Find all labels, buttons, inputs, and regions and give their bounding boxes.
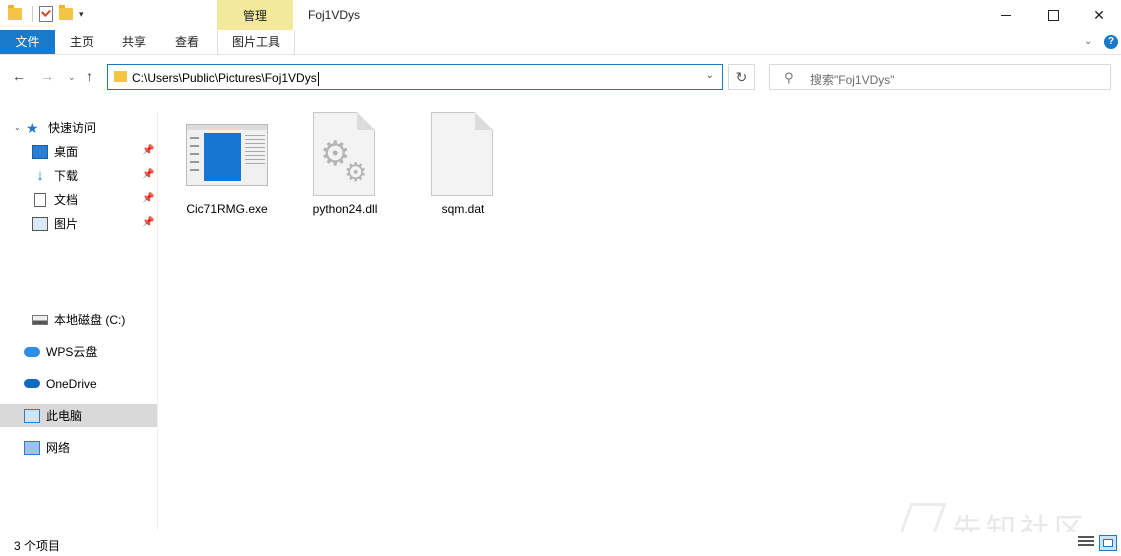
document-icon [34,192,46,207]
desktop-icon [32,144,48,159]
sidebar-item-documents[interactable]: 文档 📌 [32,188,157,211]
close-button[interactable]: ✕ [1076,0,1121,30]
tab-view[interactable]: 查看 [163,30,211,54]
tab-manage[interactable]: 管理 [217,0,293,30]
sidebar-item-local-disk[interactable]: 本地磁盘 (C:) [32,308,157,331]
folder-icon[interactable] [8,5,22,20]
sidebar-item-wps-cloud[interactable]: WPS云盘 [24,340,157,363]
tab-file[interactable]: 文件 [0,30,55,54]
recent-locations-icon[interactable]: ⌄ [68,72,76,83]
gear-icon: ⚙ [344,157,368,187]
tab-home[interactable]: 主页 [58,30,106,54]
folder-icon [114,71,127,82]
sidebar-item-label: 桌面 [54,145,79,159]
file-item[interactable]: ⚙ ⚙ python24.dll [290,110,400,216]
pin-icon[interactable]: 📌 [142,217,154,228]
sidebar-item-pictures[interactable]: 图片 📌 [32,212,157,235]
address-input[interactable]: C:\Users\Public\Pictures\Foj1VDys [132,71,319,86]
large-icons-view-icon[interactable] [1099,535,1117,551]
file-name: sqm.dat [441,202,485,216]
status-bar: 3 个项目 [0,532,1121,556]
dll-icon: ⚙ ⚙ [302,110,388,198]
sidebar-item-label: OneDrive [46,376,97,391]
pictures-icon [32,216,48,231]
sidebar-item-downloads[interactable]: ↓ 下载 📌 [32,164,157,187]
sidebar-item-network[interactable]: 网络 [24,436,157,459]
item-count: 3 个项目 [14,539,61,553]
search-placeholder: 搜索"Foj1VDys" [810,73,895,87]
navigation-pane: ⌄ ★ 快速访问 桌面 📌 ↓ 下载 📌 文档 📌 图片 📌 本地磁盘 (C:)… [0,112,158,530]
new-folder-icon[interactable] [59,5,73,20]
up-arrow-icon[interactable]: ↑ [86,68,93,84]
file-list: Cic71RMG.exe ⚙ ⚙ python24.dll sqm.dat [158,100,1121,530]
address-bar[interactable]: C:\Users\Public\Pictures\Foj1VDys ⌄ [107,64,723,90]
navigation-bar: ← → ⌄ ↑ C:\Users\Public\Pictures\Foj1VDy… [0,55,1121,99]
file-name: python24.dll [312,202,378,216]
file-name: Cic71RMG.exe [186,202,268,216]
forward-arrow-icon[interactable]: → [40,68,54,84]
quick-access-toolbar: ▾ [8,5,84,22]
network-icon [24,440,40,455]
sidebar-item-label: 图片 [54,217,79,231]
ribbon-tabs: 文件 主页 共享 查看 图片工具 ⌄ ? [0,30,1121,55]
back-arrow-icon[interactable]: ← [12,68,26,84]
sidebar-item-quick-access[interactable]: ⌄ ★ 快速访问 [14,116,171,139]
pin-icon[interactable]: 📌 [142,169,154,180]
sidebar-item-onedrive[interactable]: OneDrive [24,372,157,395]
details-view-icon[interactable] [1078,536,1094,550]
title-bar: ▾ 管理 Foj1VDys ✕ [0,0,1121,30]
sidebar-item-label: 网络 [46,441,71,455]
sidebar-item-label: WPS云盘 [46,345,98,359]
chevron-down-icon[interactable]: ⌄ [14,123,22,132]
cloud-icon [24,346,40,357]
refresh-button[interactable]: ↻ [728,64,755,90]
sidebar-item-label: 文档 [54,193,79,207]
sidebar-item-label: 下载 [54,169,79,183]
properties-icon[interactable] [39,6,53,22]
divider [32,6,33,22]
maximize-button[interactable] [1030,0,1076,30]
chevron-down-icon[interactable]: ⌄ [706,70,714,81]
file-item[interactable]: sqm.dat [408,110,518,216]
tab-picture-tools[interactable]: 图片工具 [217,30,295,54]
customize-toolbar-icon[interactable]: ▾ [79,9,84,20]
sidebar-item-label: 快速访问 [48,121,97,135]
search-icon: ⚲ [784,70,794,85]
drive-icon [32,314,48,325]
tab-share[interactable]: 共享 [110,30,158,54]
minimize-button[interactable] [983,0,1029,30]
window-title: Foj1VDys [308,8,361,22]
search-input[interactable]: ⚲ 搜索"Foj1VDys" [769,64,1111,90]
pin-icon[interactable]: 📌 [142,145,154,156]
chevron-down-icon[interactable]: ⌄ [1084,36,1092,47]
file-icon [420,110,506,198]
pin-icon[interactable]: 📌 [142,193,154,204]
this-pc-icon [24,408,40,423]
sidebar-item-label: 此电脑 [46,409,83,423]
onedrive-icon [24,379,40,388]
exe-icon [184,110,270,198]
sidebar-item-this-pc[interactable]: 此电脑 [0,404,157,427]
sidebar-item-label: 本地磁盘 (C:) [54,313,126,327]
download-icon: ↓ [36,166,44,184]
file-item[interactable]: Cic71RMG.exe [172,110,282,216]
star-icon: ★ [26,119,39,136]
help-icon[interactable]: ? [1104,35,1118,49]
sidebar-item-desktop[interactable]: 桌面 📌 [32,140,157,163]
